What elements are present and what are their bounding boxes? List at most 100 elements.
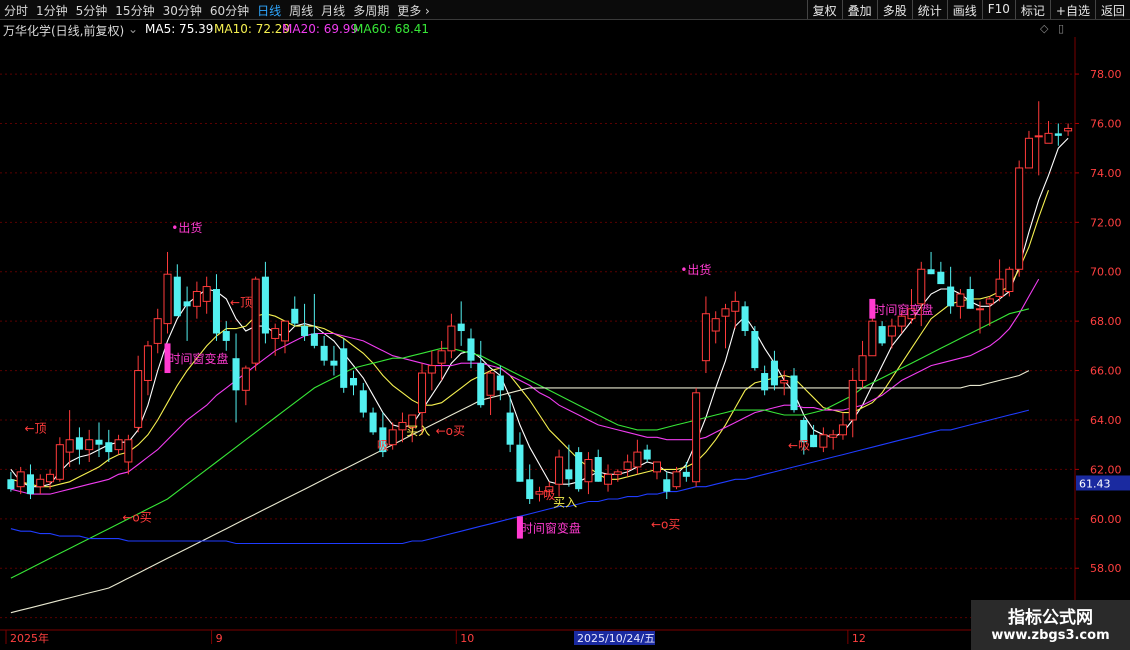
candle-body <box>340 348 348 388</box>
candle-body <box>457 323 465 332</box>
candle-body <box>770 360 778 386</box>
candle-body <box>134 370 143 428</box>
candle <box>143 340 152 396</box>
candle <box>663 471 671 500</box>
candle-body <box>427 365 436 374</box>
candle <box>565 444 573 487</box>
y-tick-label: 78.00 <box>1090 68 1122 81</box>
candle <box>555 449 564 497</box>
candle-body <box>878 326 886 344</box>
candle-body <box>222 331 230 341</box>
candle <box>75 427 83 465</box>
candle-body <box>85 439 94 451</box>
candle <box>780 370 789 396</box>
candle <box>7 471 15 492</box>
candle-body <box>917 268 926 305</box>
candle <box>280 320 290 354</box>
candle-body <box>202 286 211 302</box>
candle-body <box>310 333 318 346</box>
candle-body <box>75 437 83 450</box>
candle-body <box>477 363 485 406</box>
candle-body <box>55 444 64 480</box>
candle <box>652 461 661 480</box>
candle <box>114 434 123 455</box>
y-tick-label: 68.00 <box>1090 315 1122 328</box>
candle-body <box>526 479 534 500</box>
candle <box>535 486 544 502</box>
candle <box>878 321 886 346</box>
candle <box>55 437 64 482</box>
signal-label: 时间窗变盘 <box>873 302 933 317</box>
candle-body <box>692 392 701 483</box>
candle <box>192 281 201 319</box>
candle <box>643 444 651 462</box>
candle <box>575 447 583 492</box>
candle-body <box>603 473 613 485</box>
candle <box>848 368 857 438</box>
candle <box>701 296 710 374</box>
candle-body <box>643 449 651 460</box>
candle-body <box>369 412 377 433</box>
candle <box>838 412 847 440</box>
candle-body <box>143 345 152 381</box>
candle <box>819 427 828 453</box>
candle <box>1044 121 1053 144</box>
candle-body <box>613 471 622 475</box>
candle-body <box>897 315 906 327</box>
annotation-label: 吸 <box>377 439 389 453</box>
candle <box>467 328 475 369</box>
candle-body <box>956 293 965 307</box>
candle-body <box>388 429 397 446</box>
candle <box>85 429 94 462</box>
candle <box>232 333 240 423</box>
signal-label: 时间窗变盘 <box>521 520 581 535</box>
candle <box>790 368 798 413</box>
candle-body <box>985 298 994 305</box>
x-tick-label: 10 <box>460 632 474 645</box>
candle-body <box>937 271 945 285</box>
candle-body <box>829 434 838 438</box>
candle-body <box>486 372 495 396</box>
candle <box>613 469 622 482</box>
candle-body <box>1044 132 1053 144</box>
candle <box>633 439 642 475</box>
y-tick-label: 64.00 <box>1090 414 1122 427</box>
candle-body <box>947 286 955 307</box>
candle <box>623 454 632 477</box>
candlestick-chart[interactable]: 56.0058.0060.0062.0064.0066.0068.0070.00… <box>0 0 1130 650</box>
candle <box>65 410 74 467</box>
x-tick-label: 2025年 <box>10 631 49 645</box>
candle <box>261 261 269 344</box>
candle-body <box>623 461 632 470</box>
candle <box>985 296 994 327</box>
candle-body <box>810 434 818 448</box>
candle <box>36 474 45 495</box>
candle <box>1024 130 1033 169</box>
candle-body <box>633 451 642 468</box>
candle-body <box>232 358 240 391</box>
y-tick-label: 74.00 <box>1090 167 1122 180</box>
candle <box>751 326 759 371</box>
x-tick-label: 9 <box>216 632 223 645</box>
annotation-label: ←吸 <box>788 439 810 453</box>
watermark-url: www.zbgs3.com <box>991 628 1110 643</box>
candle <box>16 466 25 495</box>
candle-body <box>1054 133 1062 136</box>
candle-body <box>721 308 730 317</box>
candle-body <box>887 325 896 337</box>
candle-body <box>751 331 759 369</box>
candle <box>937 261 945 285</box>
candle-body <box>790 375 798 411</box>
candle-body <box>124 439 133 463</box>
candle-body <box>291 308 299 324</box>
candle-body <box>241 367 250 391</box>
candle-body <box>105 442 113 453</box>
watermark-title: 指标公式网 <box>1008 608 1093 628</box>
candle-body <box>95 439 103 445</box>
candle <box>340 338 348 393</box>
candle-body <box>496 375 504 391</box>
candle <box>741 301 749 336</box>
candle-body <box>584 459 593 483</box>
candle <box>153 308 162 354</box>
candle <box>95 422 103 458</box>
